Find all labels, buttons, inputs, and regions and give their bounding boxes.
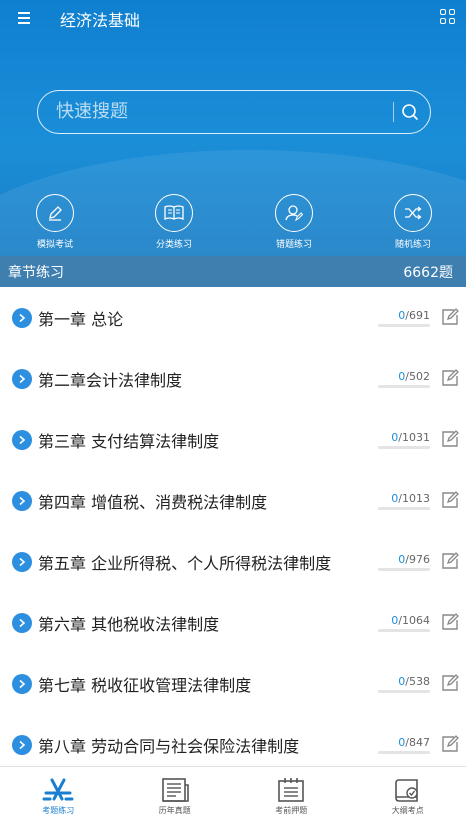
tab-syllabus-points[interactable]: 大纲考点 xyxy=(350,767,466,822)
chapter-row[interactable]: 第一章 总论 0/691 xyxy=(0,287,466,348)
tab-label: 大纲考点 xyxy=(391,806,424,815)
chapter-progress: 0/502 xyxy=(398,370,430,383)
edit-icon[interactable] xyxy=(440,307,460,327)
edit-icon[interactable] xyxy=(440,551,460,571)
quick-label: 随机练习 xyxy=(394,240,431,250)
chevron-right-icon xyxy=(12,674,32,694)
chapter-total: /538 xyxy=(405,675,430,688)
chapter-name: 第三章 支付结算法律制度 xyxy=(38,432,220,451)
edit-icon[interactable] xyxy=(440,612,460,632)
chapter-total: /976 xyxy=(405,553,430,566)
chapter-row[interactable]: 第三章 支付结算法律制度 0/1031 xyxy=(0,409,466,470)
chevron-right-icon xyxy=(12,735,32,755)
chapter-progress: 0/976 xyxy=(398,553,430,566)
chapter-total: /691 xyxy=(405,309,430,322)
progress-bar xyxy=(378,690,430,693)
calendar-icon xyxy=(278,778,305,802)
progress-bar xyxy=(378,751,430,754)
chapter-name: 第四章 增值税、消费税法律制度 xyxy=(38,493,268,512)
quick-wrong-questions-button[interactable]: 错题练习 xyxy=(254,194,334,250)
chevron-right-icon xyxy=(12,369,32,389)
chapter-progress: 0/1031 xyxy=(391,431,430,444)
top-bar: 经济法基础 xyxy=(0,0,466,36)
chapter-name: 第六章 其他税收法律制度 xyxy=(38,615,220,634)
menu-icon[interactable] xyxy=(12,8,36,28)
quick-random-practice-button[interactable]: 随机练习 xyxy=(373,194,453,250)
chapter-name: 第五章 企业所得税、个人所得税法律制度 xyxy=(38,554,332,573)
chevron-right-icon xyxy=(12,308,32,328)
chapter-row[interactable]: 第七章 税收征收管理法律制度 0/538 xyxy=(0,653,466,714)
quick-label: 分类练习 xyxy=(155,240,192,250)
quick-label: 模拟考试 xyxy=(36,240,73,250)
progress-bar xyxy=(378,324,430,327)
chapter-progress: 0/847 xyxy=(398,736,430,749)
edit-icon[interactable] xyxy=(440,429,460,449)
quick-label: 错题练习 xyxy=(275,240,312,250)
chapter-progress: 0/538 xyxy=(398,675,430,688)
edit-icon[interactable] xyxy=(440,368,460,388)
quick-category-practice-button[interactable]: 分类练习 xyxy=(134,194,214,250)
bottom-tab-bar: 考题练习 历年真题 考前押题 大纲考点 xyxy=(0,766,466,822)
progress-bar xyxy=(378,568,430,571)
chapter-progress: 0/691 xyxy=(398,309,430,322)
book-check-icon xyxy=(394,779,418,802)
edit-icon[interactable] xyxy=(440,673,460,693)
search-box xyxy=(37,90,431,134)
section-title: 章节练习 xyxy=(8,265,64,281)
chapter-progress: 0/1064 xyxy=(391,614,430,627)
header-banner: 经济法基础 模拟考试 xyxy=(0,0,466,256)
chapter-row[interactable]: 第五章 企业所得税、个人所得税法律制度 0/976 xyxy=(0,531,466,592)
chapter-row[interactable]: 第八章 劳动合同与社会保险法律制度 0/847 xyxy=(0,714,466,767)
progress-bar xyxy=(378,629,430,632)
chapter-total: /502 xyxy=(405,370,430,383)
chapter-name: 第八章 劳动合同与社会保险法律制度 xyxy=(38,737,300,756)
chevron-right-icon xyxy=(12,552,32,572)
chapter-name: 第二章会计法律制度 xyxy=(38,371,183,390)
edit-icon[interactable] xyxy=(440,734,460,754)
search-divider xyxy=(393,102,394,122)
chevron-right-icon xyxy=(12,491,32,511)
chapter-total: /1031 xyxy=(398,431,430,444)
search-icon[interactable] xyxy=(400,102,420,122)
chapter-progress: 0/1013 xyxy=(391,492,430,505)
question-count: 6662题 xyxy=(403,265,453,281)
tab-exam-practice[interactable]: 考题练习 xyxy=(0,767,117,822)
app-store-icon xyxy=(42,778,74,801)
progress-bar xyxy=(378,385,430,388)
tab-label: 考题练习 xyxy=(42,806,75,815)
quick-mock-exam-button[interactable]: 模拟考试 xyxy=(15,194,95,250)
edit-icon[interactable] xyxy=(440,490,460,510)
progress-bar xyxy=(378,507,430,510)
section-header: 章节练习 6662题 xyxy=(0,256,466,287)
search-input[interactable] xyxy=(56,91,386,132)
progress-bar xyxy=(378,446,430,449)
tab-label: 考前押题 xyxy=(275,806,308,815)
page-title: 经济法基础 xyxy=(60,11,141,30)
chapter-row[interactable]: 第四章 增值税、消费税法律制度 0/1013 xyxy=(0,470,466,531)
pencil-icon xyxy=(36,194,74,232)
tab-predicted-questions[interactable]: 考前押题 xyxy=(233,767,350,822)
chapter-total: /847 xyxy=(405,736,430,749)
chapter-total: /1013 xyxy=(398,492,430,505)
newspaper-icon xyxy=(161,778,189,802)
tab-past-papers[interactable]: 历年真题 xyxy=(117,767,234,822)
tab-label: 历年真题 xyxy=(158,806,191,815)
chapter-row[interactable]: 第二章会计法律制度 0/502 xyxy=(0,348,466,409)
book-icon xyxy=(155,194,193,232)
grid-icon[interactable] xyxy=(440,9,456,25)
chapter-row[interactable]: 第六章 其他税收法律制度 0/1064 xyxy=(0,592,466,653)
chapter-list[interactable]: 第一章 总论 0/691 第二章会计法律制度 0/502 第三章 支付结算法律制… xyxy=(0,287,466,767)
chevron-right-icon xyxy=(12,430,32,450)
chapter-name: 第一章 总论 xyxy=(38,310,124,329)
shuffle-icon xyxy=(394,194,432,232)
user-edit-icon xyxy=(275,194,313,232)
chapter-name: 第七章 税收征收管理法律制度 xyxy=(38,676,252,695)
chevron-right-icon xyxy=(12,613,32,633)
chapter-total: /1064 xyxy=(398,614,430,627)
